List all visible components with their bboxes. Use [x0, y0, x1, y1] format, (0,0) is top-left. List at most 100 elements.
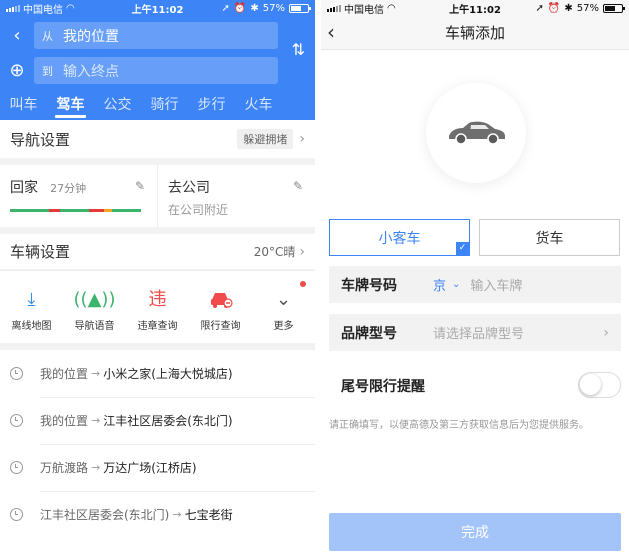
history-list: 我的位置 → 小米之家(上海大悦城店) 我的位置 → 江丰社区居委会(东北门) … [0, 350, 315, 552]
back-icon[interactable]: ‹ [0, 25, 34, 46]
tool-label: 更多 [273, 321, 294, 332]
car-avatar [426, 83, 526, 183]
history-to: 七宝老街 [184, 508, 233, 522]
province-select[interactable]: 京 [433, 275, 446, 294]
arrow-right-icon: → [91, 461, 101, 474]
plate-number-field: 车牌号码 京 ⌄ 输入车牌 [329, 266, 621, 303]
back-icon[interactable]: ‹ [327, 20, 335, 44]
restriction-reminder-row: 尾号限行提醒 [329, 367, 621, 404]
vehicle-type-label: 货车 [535, 230, 564, 247]
favorites-row: 回家 27分钟 ✎ 去公司 在公司附近 ✎ [0, 165, 315, 227]
travel-mode-tab[interactable]: 叫车 [0, 90, 47, 120]
arrow-right-icon: → [172, 508, 182, 521]
tool-label: 违章查询 [137, 321, 178, 332]
notice-text: 请正确填写，以便高德及第三方获取信息后为您提供服务。 [329, 420, 589, 431]
chevron-right-icon: › [603, 324, 609, 341]
tool-violation-query[interactable]: 违 违章查询 [126, 271, 189, 343]
travel-mode-tab[interactable]: 公交 [94, 90, 141, 120]
history-to: 万达广场(江桥店) [103, 461, 197, 475]
battery-icon [603, 3, 625, 13]
work-label: 去公司 [168, 180, 210, 196]
vehicle-settings-row[interactable]: 车辆设置 20°C晴 › [0, 234, 315, 269]
history-from: 江丰社区居委会(东北门) [40, 508, 170, 522]
home-label: 回家 [10, 180, 38, 196]
download-icon: ⤓ [27, 289, 36, 310]
travel-mode-tabs: 叫车 驾车 公交 骑行 步行 火车 [0, 90, 315, 120]
destination-input[interactable]: 到 输入终点 [34, 57, 278, 84]
go-work-shortcut[interactable]: 去公司 在公司附近 ✎ [157, 165, 315, 227]
car-icon [449, 121, 505, 145]
clock-icon [10, 367, 23, 380]
arrow-right-icon: → [91, 367, 101, 380]
nav-settings-title: 导航设置 [10, 130, 71, 149]
traffic-bar [10, 209, 141, 212]
brand-model-field[interactable]: 品牌型号 请选择品牌型号 › [329, 314, 621, 351]
tool-label: 离线地图 [11, 321, 52, 332]
chevron-down-icon[interactable]: ⌄ [452, 279, 460, 290]
tool-label: 限行查询 [200, 321, 241, 332]
travel-mode-tab[interactable]: 步行 [188, 90, 235, 120]
checkmark-icon: ✓ [456, 242, 469, 255]
origin-tag: 从 [42, 29, 53, 43]
work-sub: 在公司附近 [168, 203, 229, 217]
plate-input[interactable]: 输入车牌 [470, 275, 522, 294]
model-label: 品牌型号 [341, 325, 397, 342]
route-header: 中国电信 ◠ 上午11:02 ➚ ⏰ ✱ 57% ‹ 从 我的位置 ⊕ 到 输入… [0, 0, 315, 120]
vehicle-settings-title: 车辆设置 [10, 243, 71, 261]
restriction-label: 尾号限行提醒 [341, 378, 425, 395]
route-preference-badge: 躲避拥堵 [237, 129, 294, 149]
tool-grid: ⤓ 离线地图 ((▲)) 导航语音 违 违章查询 限行查询 ⌄ 更多 [0, 270, 315, 343]
history-from: 万航渡路 [40, 461, 89, 475]
chevron-right-icon: › [299, 243, 305, 260]
battery-icon [289, 3, 311, 13]
vehicle-type-truck[interactable]: 货车 [479, 219, 620, 256]
done-button[interactable]: 完成 [329, 513, 621, 551]
add-vehicle-screen: 中国电信 ◠ 上午11:02 ➚ ⏰ ✱ 57% ‹ 车辆添加 小客车 ✓ 货车… [321, 0, 629, 552]
tool-more[interactable]: ⌄ 更多 [252, 271, 315, 343]
chevron-right-icon: › [299, 131, 305, 147]
arrow-right-icon: → [91, 414, 101, 427]
history-to: 小米之家(上海大悦城店) [103, 367, 233, 381]
violation-icon: 违 [148, 289, 167, 310]
chevron-down-circle-icon: ⌄ [275, 289, 292, 310]
history-to: 江丰社区居委会(东北门) [103, 414, 233, 428]
destination-placeholder: 输入终点 [63, 63, 119, 80]
restriction-toggle[interactable] [578, 372, 621, 398]
tool-restriction-query[interactable]: 限行查询 [189, 271, 252, 343]
page-title: 车辆添加 [444, 24, 505, 42]
tool-nav-voice[interactable]: ((▲)) 导航语音 [63, 271, 126, 343]
home-duration: 27分钟 [50, 182, 87, 195]
history-item[interactable]: 江丰社区居委会(东北门) → 七宝老街 [0, 491, 315, 538]
travel-mode-tab[interactable]: 骑行 [141, 90, 188, 120]
vehicle-type-small-car[interactable]: 小客车 ✓ [329, 219, 470, 256]
car-restrict-icon [189, 289, 252, 311]
nav-settings-row[interactable]: 导航设置 躲避拥堵 › [0, 120, 315, 158]
route-planner-screen: 中国电信 ◠ 上午11:02 ➚ ⏰ ✱ 57% ‹ 从 我的位置 ⊕ 到 输入… [0, 0, 315, 552]
history-item[interactable]: 我的位置 → 江丰社区居委会(东北门) [0, 397, 315, 444]
go-home-shortcut[interactable]: 回家 27分钟 ✎ [0, 165, 157, 227]
weather-label: 20°C晴 [253, 245, 296, 259]
origin-value: 我的位置 [63, 28, 119, 45]
edit-icon[interactable]: ✎ [135, 179, 145, 193]
vehicle-type-label: 小客车 [378, 230, 421, 247]
add-waypoint-icon[interactable]: ⊕ [0, 60, 34, 81]
tool-offline-map[interactable]: ⤓ 离线地图 [0, 271, 63, 343]
travel-mode-tab[interactable]: 火车 [235, 90, 282, 120]
status-bar: 中国电信 ◠ 上午11:02 ➚ ⏰ ✱ 57% [0, 0, 315, 16]
origin-input[interactable]: 从 我的位置 [34, 22, 278, 49]
history-item[interactable]: 我的位置 → 小米之家(上海大悦城店) [0, 350, 315, 397]
broadcast-icon: ((▲)) [73, 289, 116, 310]
plate-label: 车牌号码 [341, 277, 397, 294]
clock-icon [10, 508, 23, 521]
status-time: 上午11:02 [449, 4, 501, 16]
edit-icon[interactable]: ✎ [293, 179, 303, 193]
travel-mode-tab[interactable]: 驾车 [47, 90, 94, 120]
history-from: 我的位置 [40, 414, 89, 428]
history-item[interactable]: 万航渡路 → 万达广场(江桥店) [0, 444, 315, 491]
status-time: 上午11:02 [131, 4, 184, 16]
swap-route-icon[interactable]: ⇅ [292, 40, 305, 59]
model-placeholder: 请选择品牌型号 [433, 327, 525, 342]
tool-label: 导航语音 [74, 321, 115, 332]
notification-dot [300, 281, 306, 287]
status-bar: 中国电信 ◠ 上午11:02 ➚ ⏰ ✱ 57% [321, 0, 629, 16]
